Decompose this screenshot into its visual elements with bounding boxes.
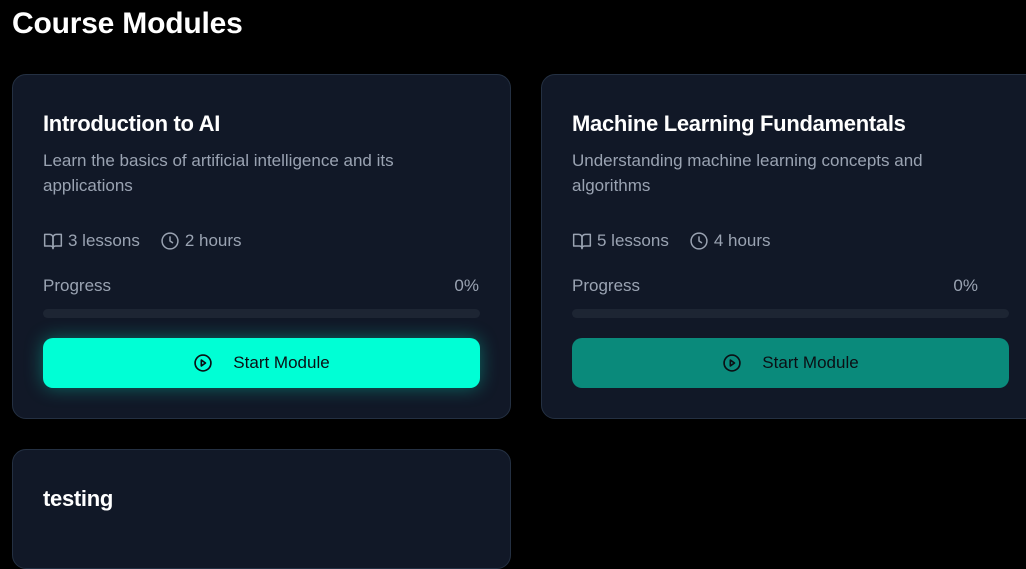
- progress-label: Progress: [43, 276, 112, 295]
- progress-value: 0%: [953, 276, 978, 295]
- duration-label: 2 hours: [184, 231, 242, 250]
- clock-icon: [690, 232, 708, 250]
- lessons-label: 3 lessons: [68, 231, 140, 250]
- duration-label: 4 hours: [713, 231, 771, 250]
- module-meta: 5 lessons 4 hours: [572, 229, 791, 253]
- lessons-count: 5 lessons: [572, 229, 669, 253]
- module-description: Understanding machine learning concepts …: [572, 151, 923, 195]
- module-description: Learn the basics of artificial intellige…: [43, 151, 394, 195]
- module-card-machine-learning-fundamentals: Machine Learning Fundamentals Understand…: [541, 74, 1026, 419]
- play-circle-icon: [722, 353, 742, 373]
- play-circle-icon: [193, 353, 213, 373]
- module-card-testing: testing: [12, 449, 511, 569]
- duration: 4 hours: [689, 229, 771, 253]
- start-module-button[interactable]: Start Module: [43, 338, 480, 388]
- start-module-button[interactable]: Start Module: [572, 338, 1009, 388]
- book-open-icon: [572, 233, 592, 250]
- lessons-count: 3 lessons: [43, 229, 140, 253]
- progress-label: Progress: [572, 276, 641, 295]
- lessons-label: 5 lessons: [597, 231, 669, 250]
- duration: 2 hours: [160, 229, 242, 253]
- module-title: Introduction to AI: [43, 111, 221, 136]
- module-title: testing: [43, 486, 114, 511]
- module-meta: 3 lessons 2 hours: [43, 229, 262, 253]
- progress-value: 0%: [454, 276, 479, 295]
- book-open-icon: [43, 233, 63, 250]
- progress-bar: [43, 309, 480, 318]
- clock-icon: [161, 232, 179, 250]
- progress-bar: [572, 309, 1009, 318]
- module-card-introduction-to-ai: Introduction to AI Learn the basics of a…: [12, 74, 511, 419]
- start-module-label: Start Module: [762, 353, 859, 372]
- module-title: Machine Learning Fundamentals: [572, 111, 906, 136]
- start-module-label: Start Module: [233, 353, 330, 372]
- page-title: Course Modules: [12, 7, 243, 40]
